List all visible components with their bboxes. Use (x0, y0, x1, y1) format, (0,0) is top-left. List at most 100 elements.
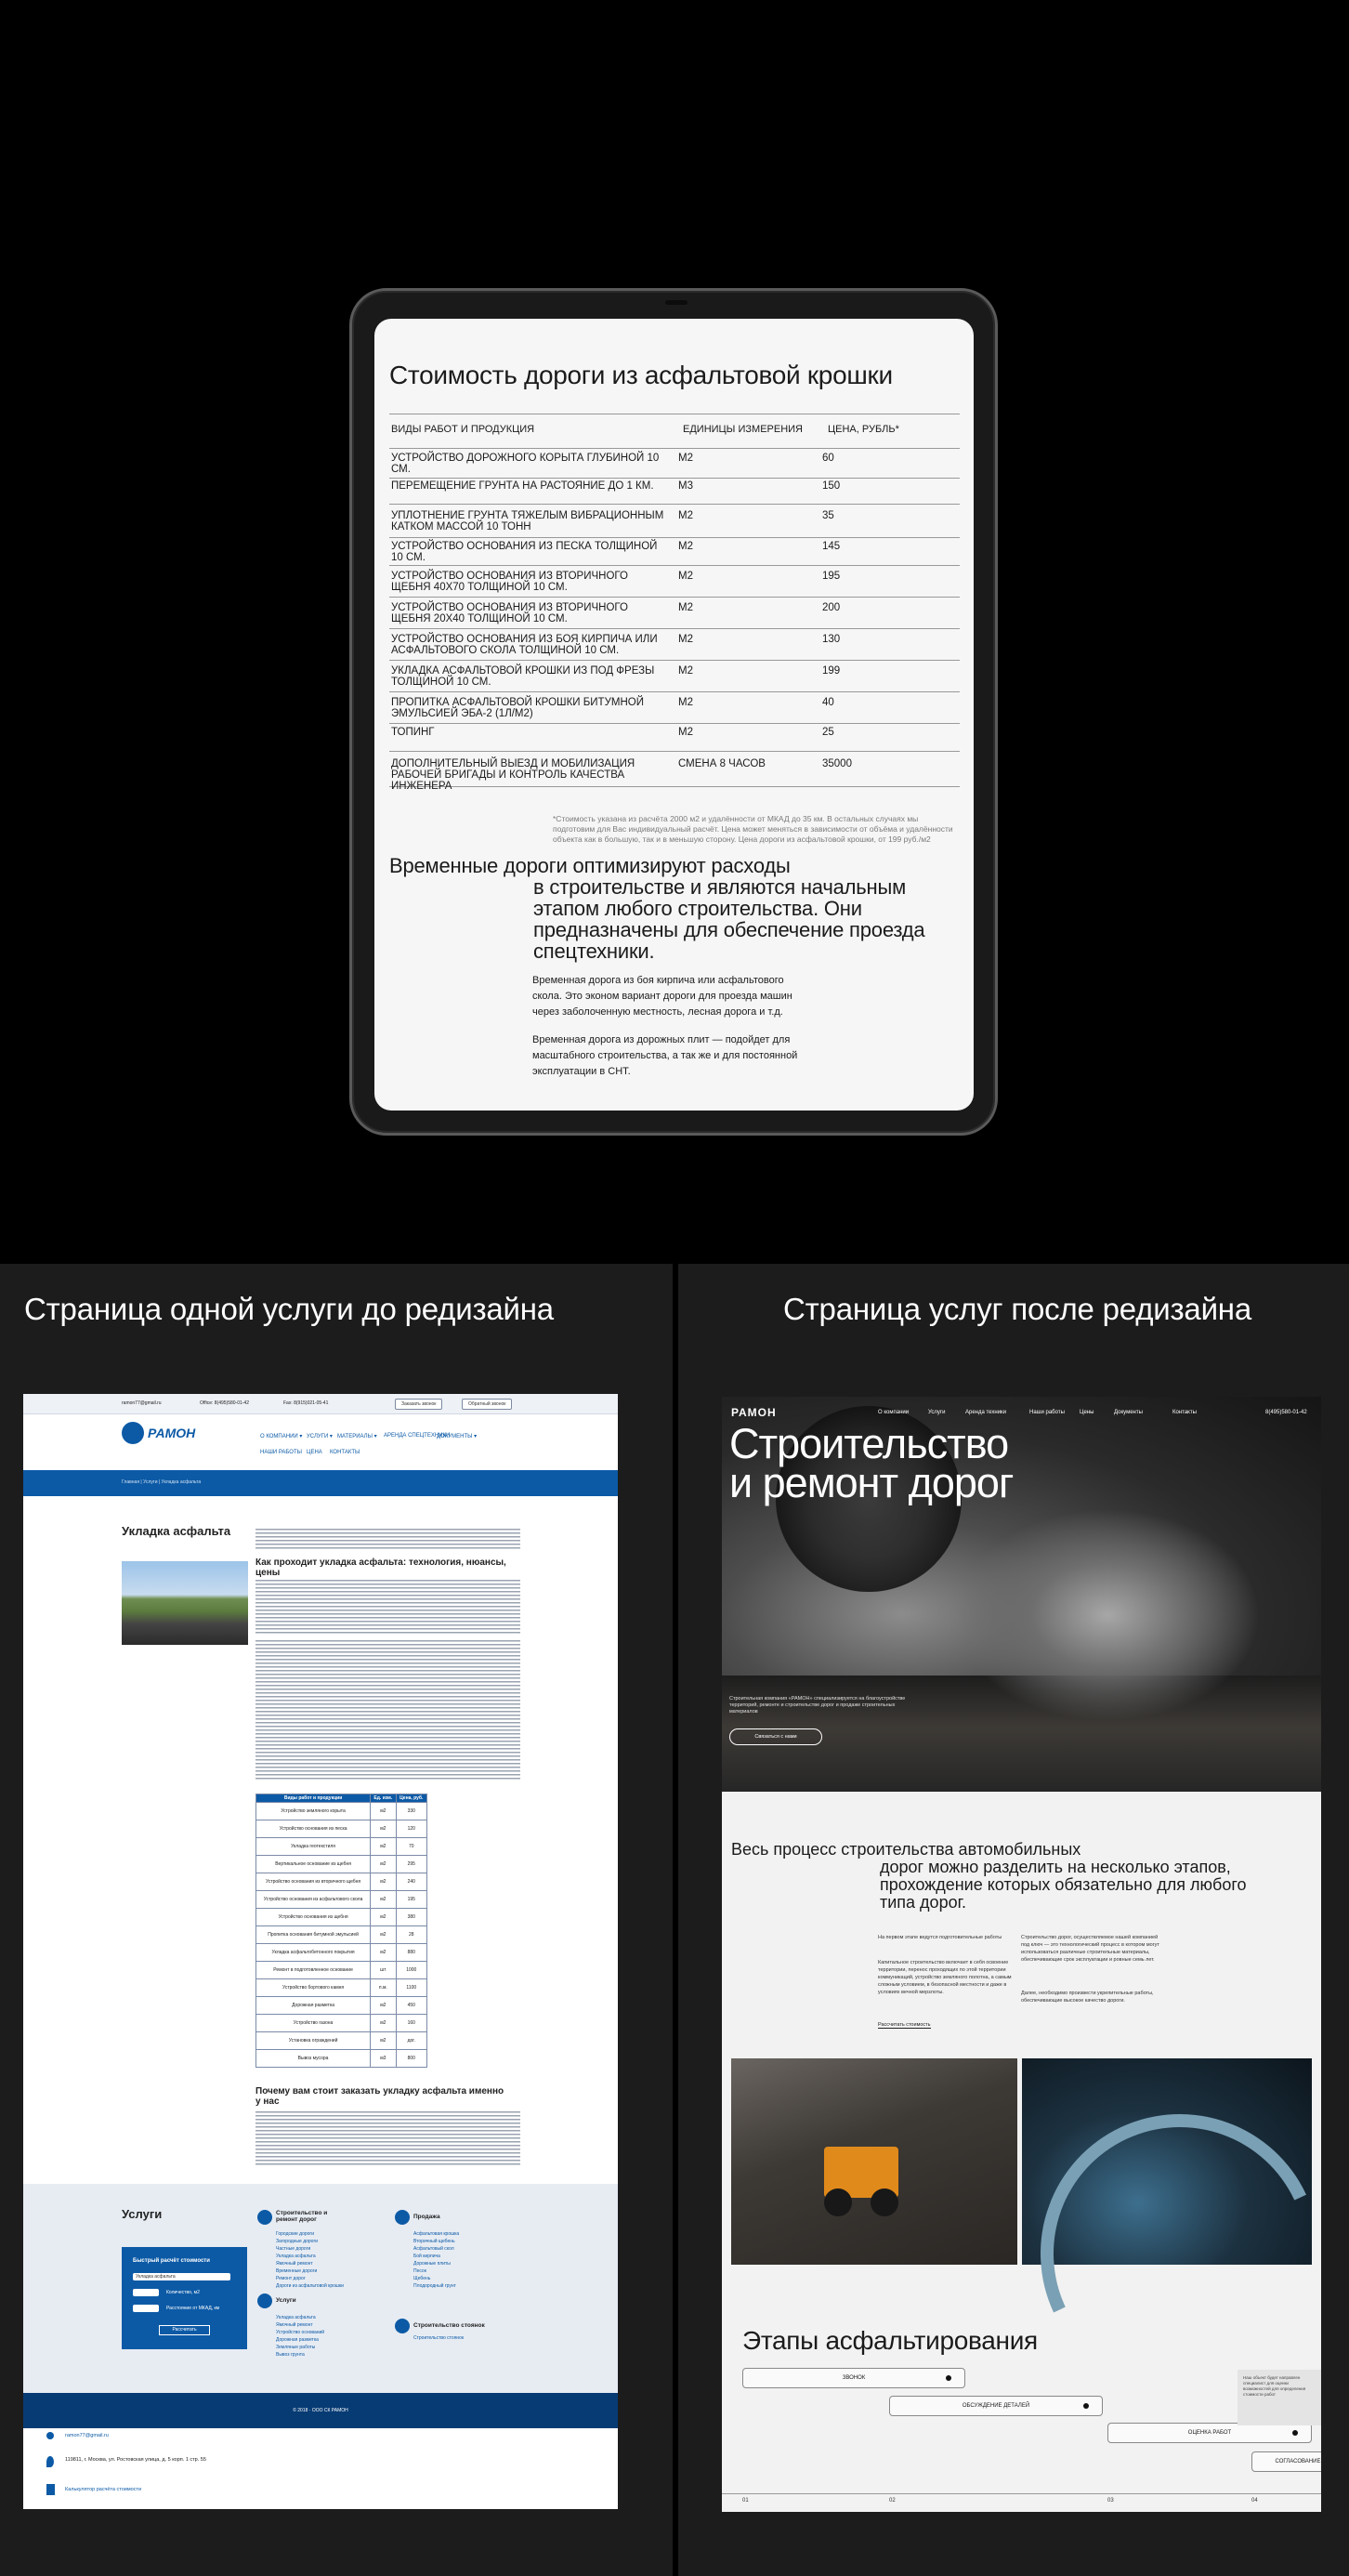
new-nav-item[interactable]: Аренда техники (965, 1410, 1006, 1415)
list-item[interactable]: Устройство оснований (276, 2329, 324, 2336)
price-note: *Стоимость указана из расчёта 2000 м2 и … (553, 814, 953, 844)
list-item[interactable]: Ямочный ремонт (276, 2260, 344, 2267)
step-num: 01 (742, 2498, 749, 2504)
old-nav-item[interactable]: МАТЕРИАЛЫ ▾ (337, 1433, 377, 1439)
price-row-unit: м2 (678, 453, 693, 464)
old-subnav-item[interactable]: КОНТАКТЫ (330, 1450, 360, 1455)
table-row: Ремонт в подготовленное основание шт 1000 (255, 1961, 428, 1979)
tablet-screen: Стоимость дороги из асфальтовой крошки В… (374, 319, 974, 1111)
list-item[interactable]: Ремонт дорог (276, 2275, 344, 2282)
table-row: Вертикальное основание из щебня м2 295 (255, 1855, 428, 1873)
services-icon (257, 2293, 272, 2308)
price-row: УСТРОЙСТВО ОСНОВАНИЯ ИЗ ПЕСКА ТОЛЩИНОЙ 1… (389, 538, 960, 566)
new-phone[interactable]: 8(495)580-01-42 (1265, 1410, 1307, 1415)
calc-button[interactable]: Рассчитать (159, 2325, 210, 2335)
old-email[interactable]: ramon77@gmail.ru (122, 1400, 162, 1406)
list-item[interactable]: Временные дороги (276, 2267, 344, 2275)
old-call-button[interactable]: Заказать звонок (395, 1399, 443, 1410)
old-nav-item[interactable]: УСЛУГИ ▾ (307, 1433, 333, 1439)
list-item[interactable]: Вывоз грунта (276, 2351, 324, 2359)
col-sale-title: Продажа (413, 2214, 440, 2220)
heading-line-1: Временные дороги оптимизируют расходы (389, 854, 791, 877)
new-nav-item[interactable]: Наши работы (1029, 1410, 1065, 1415)
price-row-name: УСТРОЙСТВО ОСНОВАНИЯ ИЗ ПЕСКА ТОЛЩИНОЙ 1… (391, 541, 658, 563)
new-nav-item[interactable]: Цены (1080, 1410, 1094, 1415)
asphalt-stages-title: Этапы асфальтирования (742, 2326, 1038, 2355)
contact-email[interactable]: ramon77@gmail.ru (65, 2433, 109, 2438)
old-office-phone[interactable]: Office: 8(495)580-01-42 (200, 1400, 249, 1406)
old-calculator: Быстрый расчёт стоимости Укладка асфальт… (122, 2247, 247, 2349)
new-nav-item[interactable]: Документы (1114, 1410, 1143, 1415)
old-table-cell: Вертикальное основание из щебня (255, 1855, 372, 1873)
steps-axis (722, 2493, 1321, 2494)
price-title: Стоимость дороги из асфальтовой крошки (389, 361, 893, 389)
list-item[interactable]: Дороги из асфальтовой крошки (276, 2282, 344, 2290)
old-table-cell: 70 (395, 1837, 428, 1856)
list-item[interactable]: Песок (413, 2267, 459, 2275)
list-item[interactable]: Ямочный ремонт (276, 2321, 324, 2329)
new-nav-item[interactable]: О компании (878, 1410, 909, 1415)
step-discuss[interactable]: ОБСУЖДЕНИЕ ДЕТАЛЕЙ (889, 2396, 1103, 2416)
list-item[interactable]: Дорожные плиты (413, 2260, 459, 2267)
old-table-cell: м2 (370, 1890, 397, 1909)
old-table-cell: м2 (370, 1873, 397, 1891)
old-subnav-item[interactable]: ЦЕНА (307, 1450, 322, 1455)
old-table-cell: шт (370, 1961, 397, 1979)
calc-qty-input[interactable] (133, 2289, 159, 2296)
list-item[interactable]: Асфальтовая крошка (413, 2230, 459, 2238)
list-item[interactable]: Частные дороги (276, 2245, 344, 2253)
contact-calc-link[interactable]: Калькулятор расчёта стоимости (65, 2487, 141, 2492)
old-table-cell: 120 (395, 1820, 428, 1838)
col-services-list: Укладка асфальта Ямочный ремонт Устройство… (276, 2314, 324, 2359)
old-table-cell: Установка ограждений (255, 2031, 372, 2050)
list-item[interactable]: Укладка асфальта (276, 2314, 324, 2321)
calc-dist-input[interactable] (133, 2305, 159, 2312)
old-table-cell: 800 (395, 2049, 428, 2068)
temp-roads-heading: Временные дороги оптимизируют расходы в … (389, 855, 965, 962)
step-estimate[interactable]: ОЦЕНКА РАБОТ (1107, 2423, 1312, 2443)
list-item[interactable]: Земляные работы (276, 2344, 324, 2351)
list-item[interactable]: Загородные дороги (276, 2238, 344, 2245)
old-subnav-item[interactable]: НАШИ РАБОТЫ (260, 1450, 302, 1455)
price-row-price: 35000 (822, 758, 852, 769)
calc-dist-label: Расстояние от МКАД, км (166, 2306, 220, 2311)
list-item[interactable]: Городские дороги (276, 2230, 344, 2238)
old-logo-icon[interactable] (122, 1422, 144, 1444)
table-row: Устройство бортового камня п.м. 1100 (255, 1978, 428, 1997)
price-row: УСТРОЙСТВО ОСНОВАНИЯ ИЗ ВТОРИЧНОГО ЩЕБНЯ… (389, 598, 960, 629)
price-row-price: 25 (822, 727, 834, 738)
old-nav-item[interactable]: О КОМПАНИИ ▾ (260, 1433, 302, 1439)
price-row: УПЛОТНЕНИЕ ГРУНТА ТЯЖЕЛЫМ ВИБРАЦИОННЫМ К… (389, 505, 960, 538)
old-table-cell: 880 (395, 1943, 428, 1962)
list-item[interactable]: Щебень (413, 2275, 459, 2282)
old-nav-item[interactable]: ДОКУМЕНТЫ ▾ (437, 1433, 477, 1439)
list-item[interactable]: Вторичный щебень (413, 2238, 459, 2245)
list-item[interactable]: Укладка асфальта (276, 2253, 344, 2260)
contact-button[interactable]: Связаться с нами (729, 1728, 822, 1745)
list-item[interactable]: Плодородный грунт (413, 2282, 459, 2290)
calc-select[interactable]: Укладка асфальта (133, 2273, 230, 2280)
step-call[interactable]: ЗВОНОК (742, 2368, 965, 2388)
calc-cost-link[interactable]: Рассчитать стоимость (878, 2022, 931, 2029)
price-row-unit: м2 (678, 541, 693, 552)
new-logo[interactable]: РАМОН (731, 1406, 777, 1419)
old-feedback-button[interactable]: Обратный звонок (462, 1399, 513, 1410)
list-item[interactable]: Асфальтовый скол (413, 2245, 459, 2253)
new-nav-item[interactable]: Контакты (1172, 1410, 1197, 1415)
contact-address: 119811, г. Москва, ул. Ростовская улица,… (65, 2457, 206, 2463)
table-row: Укладка асфальтобетонного покрытия м2 880 (255, 1943, 428, 1962)
list-item[interactable]: Дорожная разметка (276, 2336, 324, 2344)
price-row-unit: м2 (678, 665, 693, 677)
table-row: Пропитка основания битумной эмульсией м2 2… (255, 1925, 428, 1944)
list-item[interactable]: Строительство стоянок (413, 2334, 464, 2342)
old-table-cell: 195 (395, 1890, 428, 1909)
old-logo[interactable]: РАМОН (148, 1426, 195, 1440)
old-breadcrumb[interactable]: Главная | Услуги | Укладка асфальта (122, 1479, 201, 1485)
old-table-header: Ед. изм. (370, 1794, 397, 1803)
table-row: Устройство основания из асфальтового ско… (255, 1890, 428, 1909)
new-nav-item[interactable]: Услуги (928, 1410, 945, 1415)
list-item[interactable]: Бой кирпича (413, 2253, 459, 2260)
step-approve[interactable]: СОГЛАСОВАНИЕ (1251, 2451, 1321, 2472)
price-row-price: 199 (822, 665, 841, 677)
old-table-cell: Устройство основания из песка (255, 1820, 372, 1838)
